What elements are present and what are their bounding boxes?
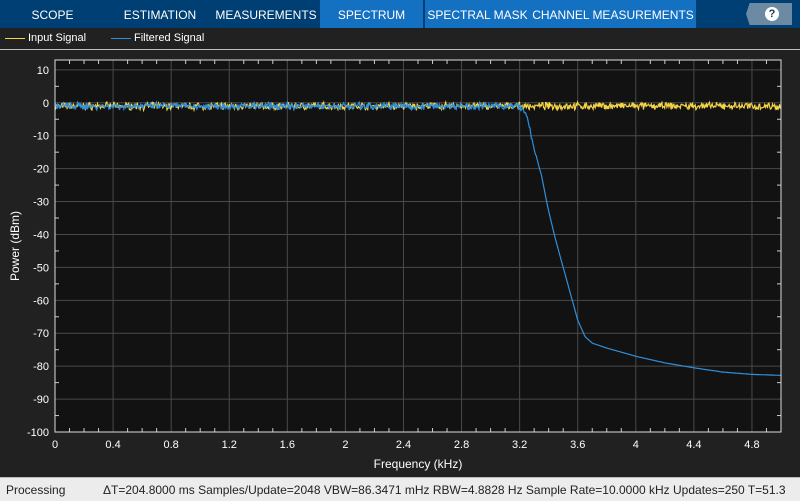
status-bar: Processing ΔT=204.8000 ms Samples/Update… [0,477,800,501]
input-line-swatch [5,37,25,39]
legend-label: Input Signal [28,32,87,44]
x-tick-label: 0.8 [164,439,179,451]
status-info: ΔT=204.8000 ms Samples/Update=2048 VBW=8… [103,483,786,497]
x-tick-label: 4.4 [686,439,701,451]
y-tick-label: -80 [33,361,49,373]
legend: Input Signal Filtered Signal [0,28,800,50]
x-tick-label: 3.6 [570,439,585,451]
y-tick-label: -90 [33,394,49,406]
tab-channel-measurements[interactable]: CHANNEL MEASUREMENTS [530,0,696,28]
x-tick-label: 2 [342,439,348,451]
legend-item-input[interactable]: Input Signal [5,32,86,44]
help-icon: ? [765,7,779,21]
filtered-line-swatch [111,37,131,39]
y-tick-label: -30 [33,197,49,209]
x-tick-label: 1.2 [222,439,237,451]
tab-spectral-mask[interactable]: SPECTRAL MASK [425,0,530,28]
y-tick-label: -40 [33,229,49,241]
y-tick-label: -60 [33,295,49,307]
tab-spectrum[interactable]: SPECTRUM [320,0,423,28]
y-tick-label: 10 [37,65,49,77]
x-axis-label: Frequency (kHz) [374,457,463,471]
tab-estimation[interactable]: ESTIMATION [110,0,210,28]
x-tick-label: 1.6 [280,439,295,451]
legend-label: Filtered Signal [134,32,205,44]
x-tick-label: 4 [633,439,639,451]
tab-scope[interactable]: SCOPE [0,0,105,28]
y-tick-label: -50 [33,262,49,274]
x-tick-label: 0 [52,439,58,451]
status-state: Processing [6,483,66,497]
x-tick-label: 0.4 [105,439,120,451]
x-tick-label: 2.8 [454,439,469,451]
x-tick-label: 2.4 [396,439,411,451]
legend-item-filtered[interactable]: Filtered Signal [111,32,204,44]
spectrum-plot[interactable]: 0 0.4 0.8 1.2 1.6 2 2.4 2.8 3.2 3.6 4 4.4 4.8 10 0 -10 -… [0,50,800,477]
y-tick-label: -10 [33,131,49,143]
help-button[interactable]: ? [746,3,792,25]
y-tick-label: -70 [33,328,49,340]
tab-measurements[interactable]: MEASUREMENTS [213,0,319,28]
y-tick-label: -100 [27,427,49,439]
plot-background [55,60,781,432]
x-tick-label: 3.2 [512,439,527,451]
y-tick-label: 0 [43,98,49,110]
y-axis-label: Power (dBm) [8,211,22,281]
y-tick-label: -20 [33,164,49,176]
toolstrip: SCOPE ESTIMATION MEASUREMENTS SPECTRUM S… [0,0,800,28]
x-tick-label: 4.8 [744,439,759,451]
